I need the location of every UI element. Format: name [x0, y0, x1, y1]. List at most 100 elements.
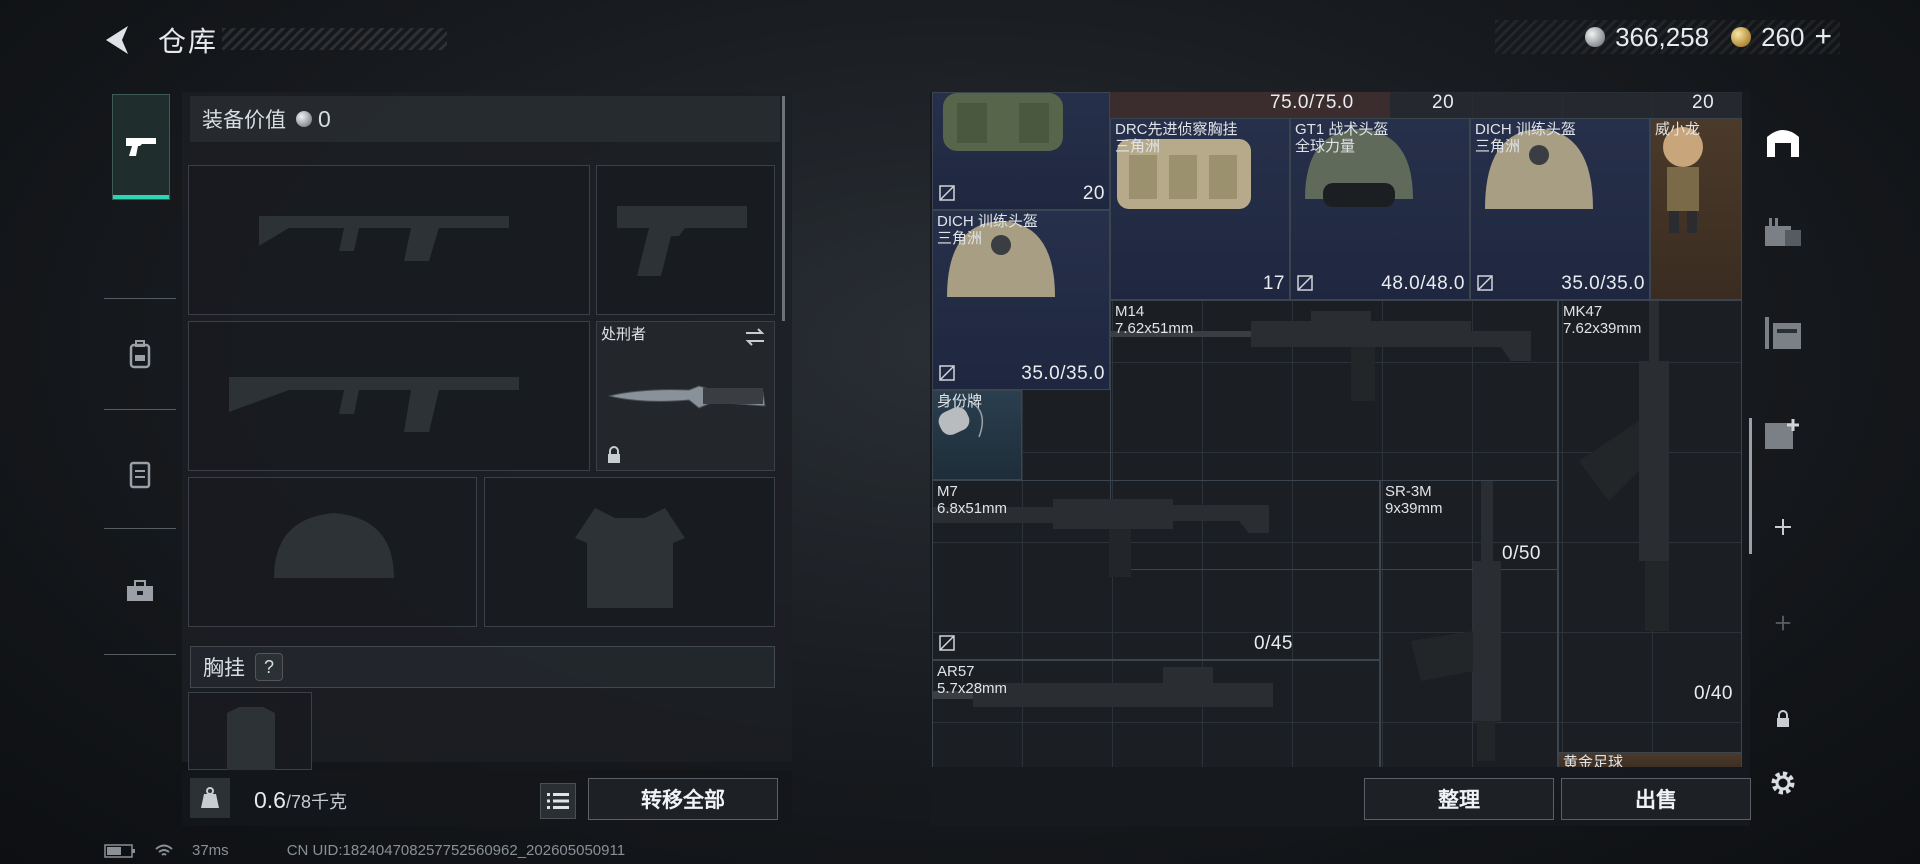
item-name: 黄金足球	[1563, 754, 1624, 767]
settings-button[interactable]	[1760, 760, 1806, 806]
add-stash-icon	[1765, 419, 1799, 449]
category-nav	[104, 86, 176, 655]
storage-grid: 75.0/75.0 20 20 20 DRC先进侦察胸挂 三角洲 17 GT1 战…	[932, 92, 1742, 767]
nav-divider	[104, 298, 176, 299]
stack-count: 17	[1262, 273, 1285, 294]
no-durability-icon	[1477, 275, 1493, 291]
secondary-weapon-slot[interactable]	[188, 321, 590, 471]
no-durability-icon	[1297, 275, 1313, 291]
dich-helmet-item[interactable]: DICH 训练头盔 三角洲 35.0/35.0	[1470, 118, 1650, 300]
back-arrow-icon[interactable]	[100, 22, 136, 58]
status-bar: 37ms CN UID:182404708257752560962_202605…	[104, 842, 625, 859]
backpack-icon	[129, 340, 151, 369]
mk47-rifle-item[interactable]: MK47 7.62x39mm 0/40	[1558, 300, 1742, 760]
storage-tab-3[interactable]	[1760, 310, 1806, 356]
dich-helmet-item[interactable]: DICH 训练头盔 三角洲 35.0/35.0	[932, 210, 1110, 390]
chest-rig-icon	[129, 461, 151, 489]
drc-chest-rig-item[interactable]: DRC先进侦察胸挂 三角洲 17	[1110, 118, 1290, 300]
rifle-vertical-icon	[1579, 301, 1669, 631]
storage-tab-4[interactable]	[1760, 410, 1806, 456]
battery-icon	[104, 843, 135, 858]
storage-tabs	[1752, 92, 1814, 812]
add-tab-button-disabled	[1760, 600, 1806, 646]
armor-slot[interactable]	[484, 477, 775, 627]
item-name: M7 6.8x51mm	[937, 483, 1008, 517]
backpack-item[interactable]: 20	[932, 92, 1110, 210]
help-button[interactable]: ?	[255, 653, 283, 681]
gold-amount: 260	[1761, 21, 1805, 52]
helmet-slot[interactable]	[188, 477, 477, 627]
chest-rig-slot[interactable]	[188, 692, 312, 771]
primary-weapon-slot[interactable]	[188, 165, 590, 315]
figure-collectible-item[interactable]: 威小龙	[1650, 118, 1742, 300]
nav-divider	[104, 409, 176, 410]
transfer-all-button[interactable]: 转移全部	[588, 778, 778, 820]
no-durability-icon	[939, 635, 955, 651]
list-icon	[547, 793, 569, 809]
page-title: 仓库	[158, 26, 219, 57]
plus-icon	[1775, 615, 1791, 631]
weight-current: 0.6	[254, 787, 286, 813]
lock-icon	[1777, 710, 1789, 727]
toolbox-icon	[127, 580, 153, 601]
m7-rifle-item[interactable]: M7 6.8x51mm 0/45	[932, 480, 1380, 660]
sidearm-slot[interactable]	[596, 165, 775, 315]
nav-weapons[interactable]	[112, 94, 170, 200]
chest-rig-silhouette-icon	[227, 707, 275, 771]
silver-coin-icon	[1585, 27, 1606, 47]
rifle-silhouette-icon	[229, 377, 519, 432]
equipment-value-bar: 装备价值 0	[190, 96, 780, 142]
silver-amount: 366,258	[1615, 21, 1710, 52]
item-name: SR-3M 9x39mm	[1385, 483, 1443, 517]
ammo-value: 0/40	[1694, 683, 1733, 704]
lock-icon	[608, 446, 620, 463]
nav-toolbox[interactable]	[104, 538, 176, 644]
knife-icon	[608, 385, 766, 409]
item-name: AR57 5.7x28mm	[937, 663, 1008, 697]
title-decoration	[222, 28, 447, 50]
gold-football-item[interactable]: 黄金足球	[1558, 752, 1742, 767]
stash-icon	[1765, 317, 1801, 349]
melee-slot[interactable]: 处刑者	[596, 321, 775, 471]
add-tab-button[interactable]	[1760, 504, 1806, 550]
ar57-rifle-item[interactable]: AR57 5.7x28mm	[932, 660, 1380, 767]
equipment-scrollbar[interactable]	[782, 96, 785, 321]
armor-silhouette-icon	[575, 508, 685, 608]
silver-coin-icon	[296, 111, 312, 127]
durability-value: 35.0/35.0	[1561, 273, 1645, 294]
melee-name: 处刑者	[601, 326, 647, 343]
add-gold-button[interactable]: +	[1814, 20, 1832, 54]
nav-backpack[interactable]	[104, 300, 176, 408]
sort-button[interactable]: 整理	[1364, 778, 1554, 820]
sr3m-rifle-item[interactable]: SR-3M 9x39mm	[1380, 480, 1558, 767]
ammo-value: 0/45	[1254, 633, 1293, 654]
equipment-value: 0	[318, 105, 331, 132]
id-tag-item[interactable]: 身份牌	[932, 390, 1022, 480]
durability-value: 35.0/35.0	[1021, 363, 1105, 384]
pistol-icon	[126, 138, 156, 156]
item-name: DRC先进侦察胸挂 三角洲	[1115, 121, 1238, 155]
durability-value: 75.0/75.0	[1270, 92, 1354, 113]
stack-count: 20	[1432, 92, 1455, 113]
gt1-helmet-item[interactable]: GT1 战术头盔 全球力量 48.0/48.0	[1290, 118, 1470, 300]
no-durability-icon	[939, 365, 955, 381]
ping-text: 37ms	[192, 842, 229, 859]
backpack-icon	[943, 93, 1063, 151]
uid-text: CN UID:182404708257752560962_20260505091…	[286, 842, 626, 859]
list-view-button[interactable]	[540, 783, 576, 819]
equipment-value-label: 装备价值	[202, 109, 286, 132]
sell-button[interactable]: 出售	[1561, 778, 1751, 820]
storage-main-tab[interactable]	[1760, 118, 1806, 164]
item-name: DICH 训练头盔 三角洲	[1475, 121, 1576, 155]
item-name: M14 7.62x51mm	[1115, 303, 1194, 337]
storage-tab-2[interactable]	[1760, 210, 1806, 256]
swap-icon[interactable]	[742, 326, 768, 348]
nav-chest-rig[interactable]	[104, 420, 176, 528]
item-name: MK47 7.62x39mm	[1563, 303, 1642, 337]
warehouse-icon	[1767, 130, 1799, 157]
lock-tab-button[interactable]	[1760, 696, 1806, 742]
currency-bar: 366,258 260 +	[1495, 20, 1840, 54]
chest-rig-label: 胸挂	[203, 657, 245, 680]
rifle-silhouette-icon	[259, 216, 509, 261]
weight-icon	[190, 778, 230, 818]
